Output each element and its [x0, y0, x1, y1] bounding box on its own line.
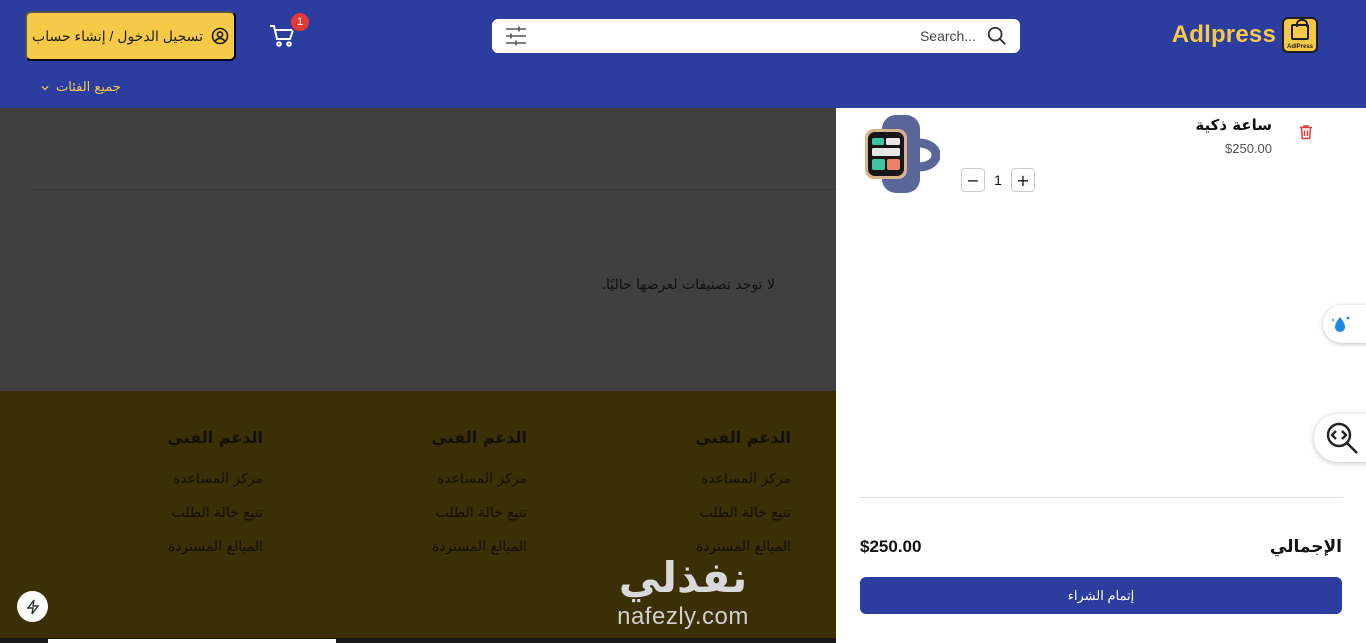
- floating-code-search-button[interactable]: [1314, 414, 1366, 462]
- plus-icon[interactable]: +: [1011, 168, 1035, 192]
- search-bar: [492, 19, 1020, 53]
- cart-item-price: $250.00: [1225, 141, 1272, 156]
- footer-column-1: الدعم الفني مركز المساعدة تتبع حالة الطل…: [591, 428, 791, 573]
- drawer-divider: [860, 497, 1343, 498]
- logo[interactable]: Adlpress AdlPress: [1172, 17, 1318, 53]
- footer-link-refunds[interactable]: المبالغ المستردة: [63, 539, 263, 555]
- footer-link-order-tracking[interactable]: تتبع حالة الطلب: [591, 505, 791, 521]
- footer-column-title: الدعم الفني: [695, 428, 791, 447]
- total-label: الإجمالي: [1269, 537, 1342, 557]
- footer-column-title: الدعم الفني: [167, 428, 263, 447]
- trash-icon[interactable]: [1297, 123, 1315, 141]
- watermark: نفذلي nafezly.com: [598, 555, 768, 631]
- logo-sub-text: AdlPress: [1286, 44, 1313, 50]
- cart-count-badge: 1: [289, 11, 311, 33]
- search-input[interactable]: [540, 19, 976, 53]
- watermark-latin: nafezly.com: [617, 603, 749, 630]
- bottom-strip: [0, 638, 836, 643]
- code-search-icon: [1326, 422, 1358, 454]
- floating-drop-button[interactable]: [1323, 305, 1366, 343]
- footer-link-help-center[interactable]: مركز المساعدة: [591, 471, 791, 487]
- cart-item-name: ساعة ذكية: [1195, 116, 1272, 134]
- footer-link-order-tracking[interactable]: تتبع حالة الطلب: [63, 505, 263, 521]
- logo-text: Adlpress: [1171, 21, 1276, 48]
- footer-link-refunds[interactable]: المبالغ المستردة: [327, 539, 527, 555]
- footer-column-title: الدعم الفني: [431, 428, 527, 447]
- logo-icon: AdlPress: [1282, 17, 1318, 53]
- footer-column-3: الدعم الفني مركز المساعدة تتبع حالة الطل…: [63, 428, 263, 573]
- login-register-button[interactable]: تسجيل الدخول / إنشاء حساب: [25, 11, 236, 61]
- search-icon[interactable]: [986, 25, 1008, 47]
- login-register-label: تسجيل الدخول / إنشاء حساب: [32, 27, 203, 44]
- divider: [32, 189, 836, 190]
- product-image-smartwatch: [865, 115, 940, 193]
- empty-categories-message: لا توجد تصنيفات لعرضها حاليًا.: [601, 277, 775, 293]
- total-value: $250.00: [860, 537, 922, 556]
- minus-icon[interactable]: −: [961, 168, 985, 192]
- footer-column-2: الدعم الفني مركز المساعدة تتبع حالة الطل…: [327, 428, 527, 573]
- main-content-overlay: [0, 108, 836, 391]
- checkout-button[interactable]: إتمام الشراء: [860, 577, 1342, 614]
- water-drop-icon: [1332, 316, 1350, 332]
- user-circle-icon: [211, 27, 229, 45]
- chevron-down-icon: [41, 85, 49, 90]
- top-header: Adlpress AdlPress 1 تسجيل الدخول / إنشاء…: [0, 0, 1366, 108]
- filter-icon[interactable]: [504, 25, 528, 47]
- all-categories-dropdown[interactable]: جميع الفئات: [40, 80, 121, 95]
- watermark-arabic: نفذلي: [618, 553, 748, 602]
- page: Adlpress AdlPress 1 تسجيل الدخول / إنشاء…: [0, 0, 1366, 643]
- footer-link-help-center[interactable]: مركز المساعدة: [63, 471, 263, 487]
- footer-link-order-tracking[interactable]: تتبع حالة الطلب: [327, 505, 527, 521]
- footer-link-help-center[interactable]: مركز المساعدة: [327, 471, 527, 487]
- bolt-icon[interactable]: [17, 591, 48, 622]
- quantity-value: 1: [994, 172, 1002, 188]
- quantity-stepper: − 1 +: [961, 168, 1035, 192]
- categories-label: جميع الفئات: [56, 80, 121, 95]
